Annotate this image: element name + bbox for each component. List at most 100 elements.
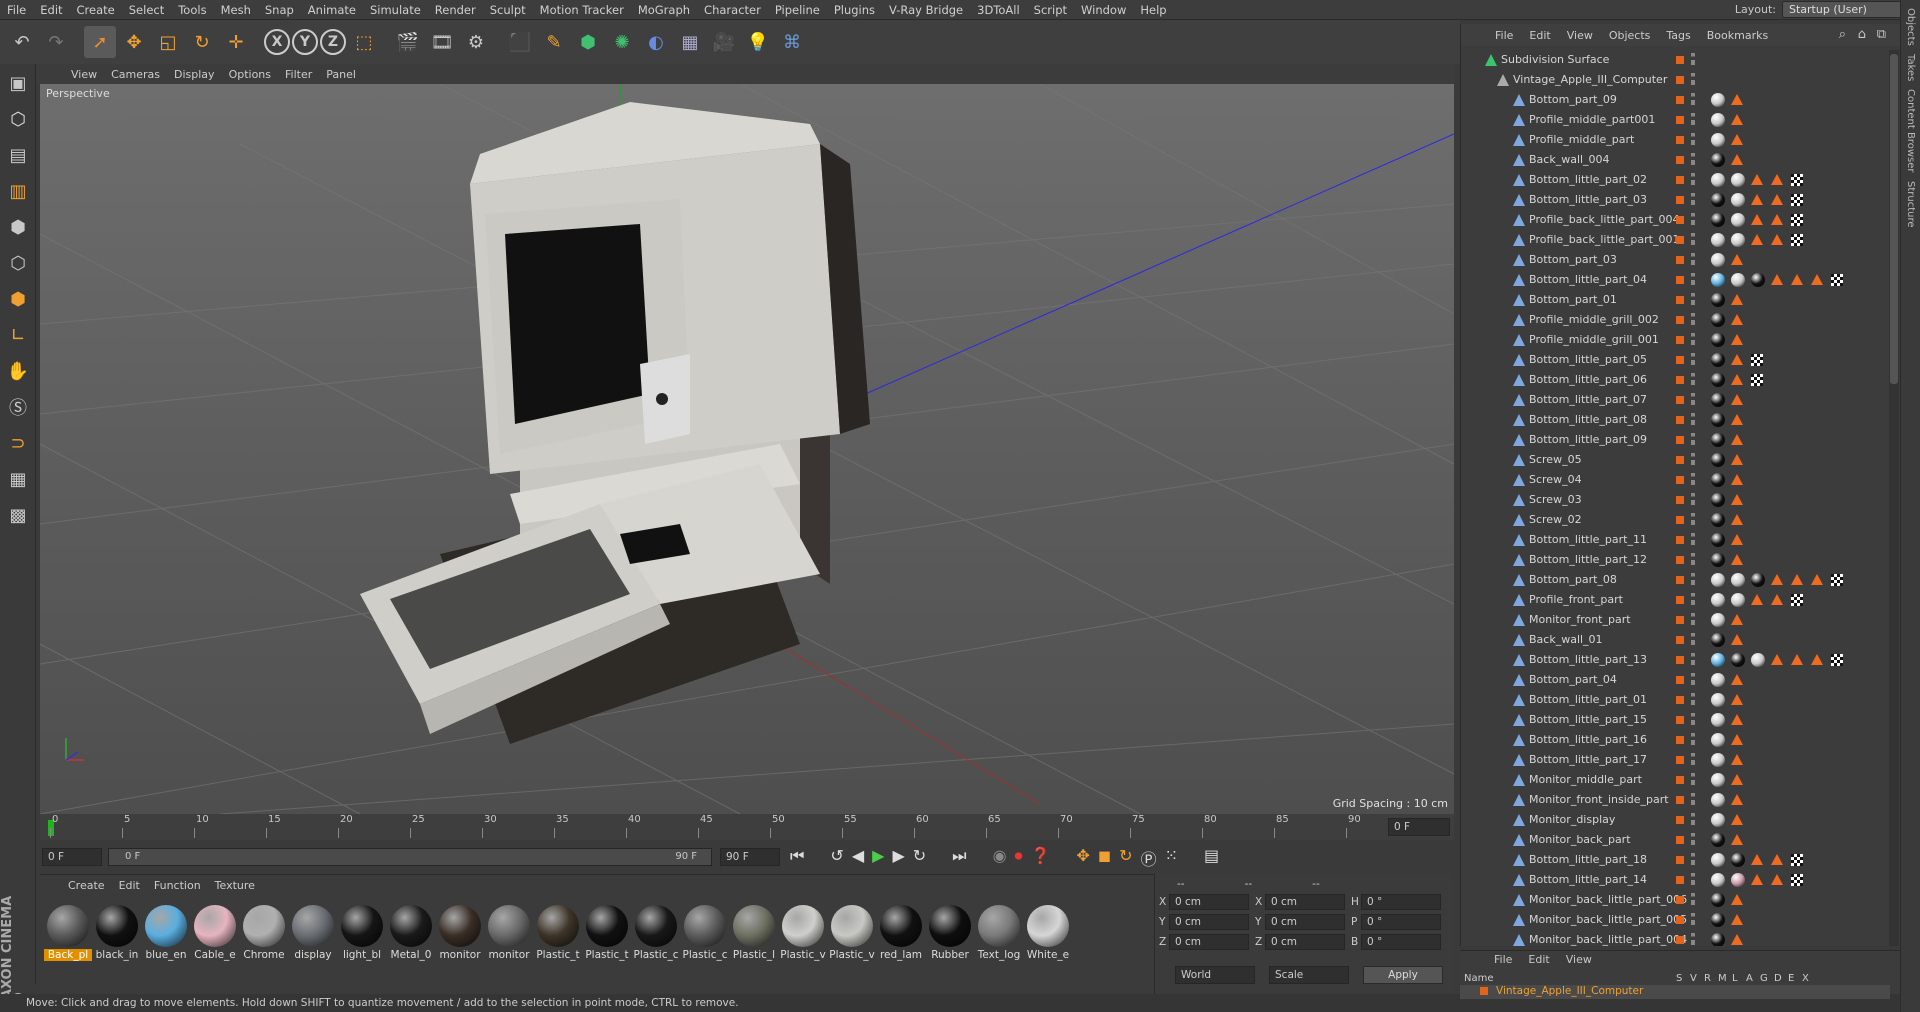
material-swatch[interactable]: Plastic_v (828, 903, 876, 973)
material-tag-icon[interactable] (1711, 213, 1725, 227)
object-row[interactable]: Bottom_little_part_16 (1461, 730, 1887, 750)
camera-icon[interactable]: 🎥 (708, 26, 740, 58)
visibility-dots[interactable] (1691, 273, 1695, 285)
material-tag-icon[interactable] (1711, 933, 1725, 946)
layer-color-dot[interactable] (1676, 336, 1684, 344)
tag-warning-icon[interactable] (1731, 754, 1743, 765)
visibility-dots[interactable] (1691, 833, 1695, 845)
right-tab-content-browser[interactable]: Content Browser (1905, 89, 1916, 172)
coord-field[interactable]: 0 cm (1265, 894, 1345, 910)
layer-color-dot[interactable] (1676, 156, 1684, 164)
visibility-dots[interactable] (1691, 233, 1695, 245)
layer-color-dot[interactable] (1676, 896, 1684, 904)
visibility-dots[interactable] (1691, 773, 1695, 785)
material-tag-icon[interactable] (1711, 513, 1725, 527)
go-to-end-icon[interactable]: ⏭ (952, 846, 966, 870)
layer-color-dot[interactable] (1676, 516, 1684, 524)
menu-item-mesh[interactable]: Mesh (214, 3, 258, 17)
layer-color-dot[interactable] (1676, 616, 1684, 624)
loop-icon[interactable]: ↺ (830, 846, 843, 870)
material-swatch[interactable]: Plastic_c (632, 903, 680, 973)
material-tag-icon[interactable] (1711, 873, 1725, 887)
material-tag-icon[interactable] (1711, 293, 1725, 307)
menu-item-character[interactable]: Character (697, 3, 768, 17)
search-icon[interactable]: ⌕ (1839, 27, 1846, 42)
tag-warning-icon[interactable] (1771, 874, 1783, 885)
material-tag-icon[interactable] (1711, 93, 1725, 107)
material-tag-icon[interactable] (1711, 813, 1725, 827)
layer-color-dot[interactable] (1676, 456, 1684, 464)
layer-color-dot[interactable] (1676, 216, 1684, 224)
material-tag-icon[interactable] (1711, 673, 1725, 687)
material-swatch[interactable]: monitor (436, 903, 484, 973)
material-tag-icon[interactable] (1711, 493, 1725, 507)
menu-item-script[interactable]: Script (1027, 3, 1074, 17)
tag-warning-icon[interactable] (1751, 214, 1763, 225)
cube-icon[interactable]: ⬛ (504, 26, 536, 58)
layer-color-dot[interactable] (1676, 396, 1684, 404)
tag-warning-icon[interactable] (1731, 834, 1743, 845)
repeat-icon[interactable]: ↻ (913, 846, 926, 870)
object-row[interactable]: Bottom_little_part_18 (1461, 850, 1887, 870)
tag-checker-icon[interactable] (1791, 854, 1803, 866)
light-icon[interactable]: 💡 (742, 26, 774, 58)
undo-icon[interactable]: ↶ (6, 26, 38, 58)
object-row[interactable]: Profile_middle_part001 (1461, 110, 1887, 130)
visibility-dots[interactable] (1691, 613, 1695, 625)
workplane-icon[interactable]: ▥ (1, 174, 35, 208)
coord-field[interactable]: 0 ° (1361, 934, 1441, 950)
visibility-dots[interactable] (1691, 693, 1695, 705)
menu-item-select[interactable]: Select (122, 3, 171, 17)
layer-color-dot[interactable] (1676, 816, 1684, 824)
material-swatch[interactable]: Plastic_l (730, 903, 778, 973)
object-row[interactable]: Profile_middle_part (1461, 130, 1887, 150)
tag-warning-icon[interactable] (1731, 934, 1743, 945)
layer-color-dot[interactable] (1676, 576, 1684, 584)
floor-icon[interactable]: ▦ (674, 26, 706, 58)
visibility-dots[interactable] (1691, 873, 1695, 885)
visibility-dots[interactable] (1691, 313, 1695, 325)
material-tag-icon[interactable] (1711, 633, 1725, 647)
visibility-dots[interactable] (1691, 733, 1695, 745)
tweak-icon[interactable]: ✋ (1, 354, 35, 388)
menu-item-3dtoall[interactable]: 3DToAll (970, 3, 1027, 17)
coord-field[interactable]: 0 cm (1169, 934, 1249, 950)
keyframe-help-icon[interactable]: ❓ (1031, 846, 1051, 870)
visibility-dots[interactable] (1691, 793, 1695, 805)
coord-field[interactable]: 0 cm (1169, 914, 1249, 930)
tag-warning-icon[interactable] (1731, 454, 1743, 465)
viewport-menu-view[interactable]: View (64, 68, 104, 81)
material-tag-icon[interactable] (1711, 313, 1725, 327)
object-row[interactable]: Screw_03 (1461, 490, 1887, 510)
material-tag-icon[interactable] (1731, 233, 1745, 247)
material-tag-icon[interactable] (1711, 373, 1725, 387)
menu-item-create[interactable]: Create (70, 3, 122, 17)
material-swatch[interactable]: display (289, 903, 337, 973)
tag-checker-icon[interactable] (1751, 374, 1763, 386)
visibility-dots[interactable] (1691, 493, 1695, 505)
layer-color-dot[interactable] (1676, 56, 1684, 64)
tag-warning-icon[interactable] (1731, 434, 1743, 445)
layer-color-dot[interactable] (1676, 716, 1684, 724)
menu-item-pipeline[interactable]: Pipeline (768, 3, 827, 17)
layer-color-dot[interactable] (1676, 136, 1684, 144)
layer-menu-view[interactable]: View (1558, 953, 1600, 966)
tag-warning-icon[interactable] (1771, 854, 1783, 865)
object-row[interactable]: Monitor_back_little_part_005 (1461, 910, 1887, 930)
visibility-dots[interactable] (1691, 633, 1695, 645)
material-tag-icon[interactable] (1711, 653, 1725, 667)
tag-warning-icon[interactable] (1731, 774, 1743, 785)
pen-icon[interactable]: ✎ (538, 26, 570, 58)
render-settings-icon[interactable]: ⚙ (460, 26, 492, 58)
next-frame-icon[interactable]: ▶ (892, 846, 904, 870)
tag-checker-icon[interactable] (1791, 234, 1803, 246)
tag-checker-icon[interactable] (1831, 574, 1843, 586)
tag-warning-icon[interactable] (1811, 654, 1823, 665)
material-tag-icon[interactable] (1711, 153, 1725, 167)
material-tag-icon[interactable] (1711, 753, 1725, 767)
tag-warning-icon[interactable] (1731, 354, 1743, 365)
perspective-viewport[interactable]: Perspective Grid Spacing : 10 cm (40, 84, 1454, 814)
layer-color-dot[interactable] (1676, 856, 1684, 864)
object-row[interactable]: Bottom_little_part_01 (1461, 690, 1887, 710)
key-pla-icon[interactable]: ⁙ (1165, 846, 1178, 870)
